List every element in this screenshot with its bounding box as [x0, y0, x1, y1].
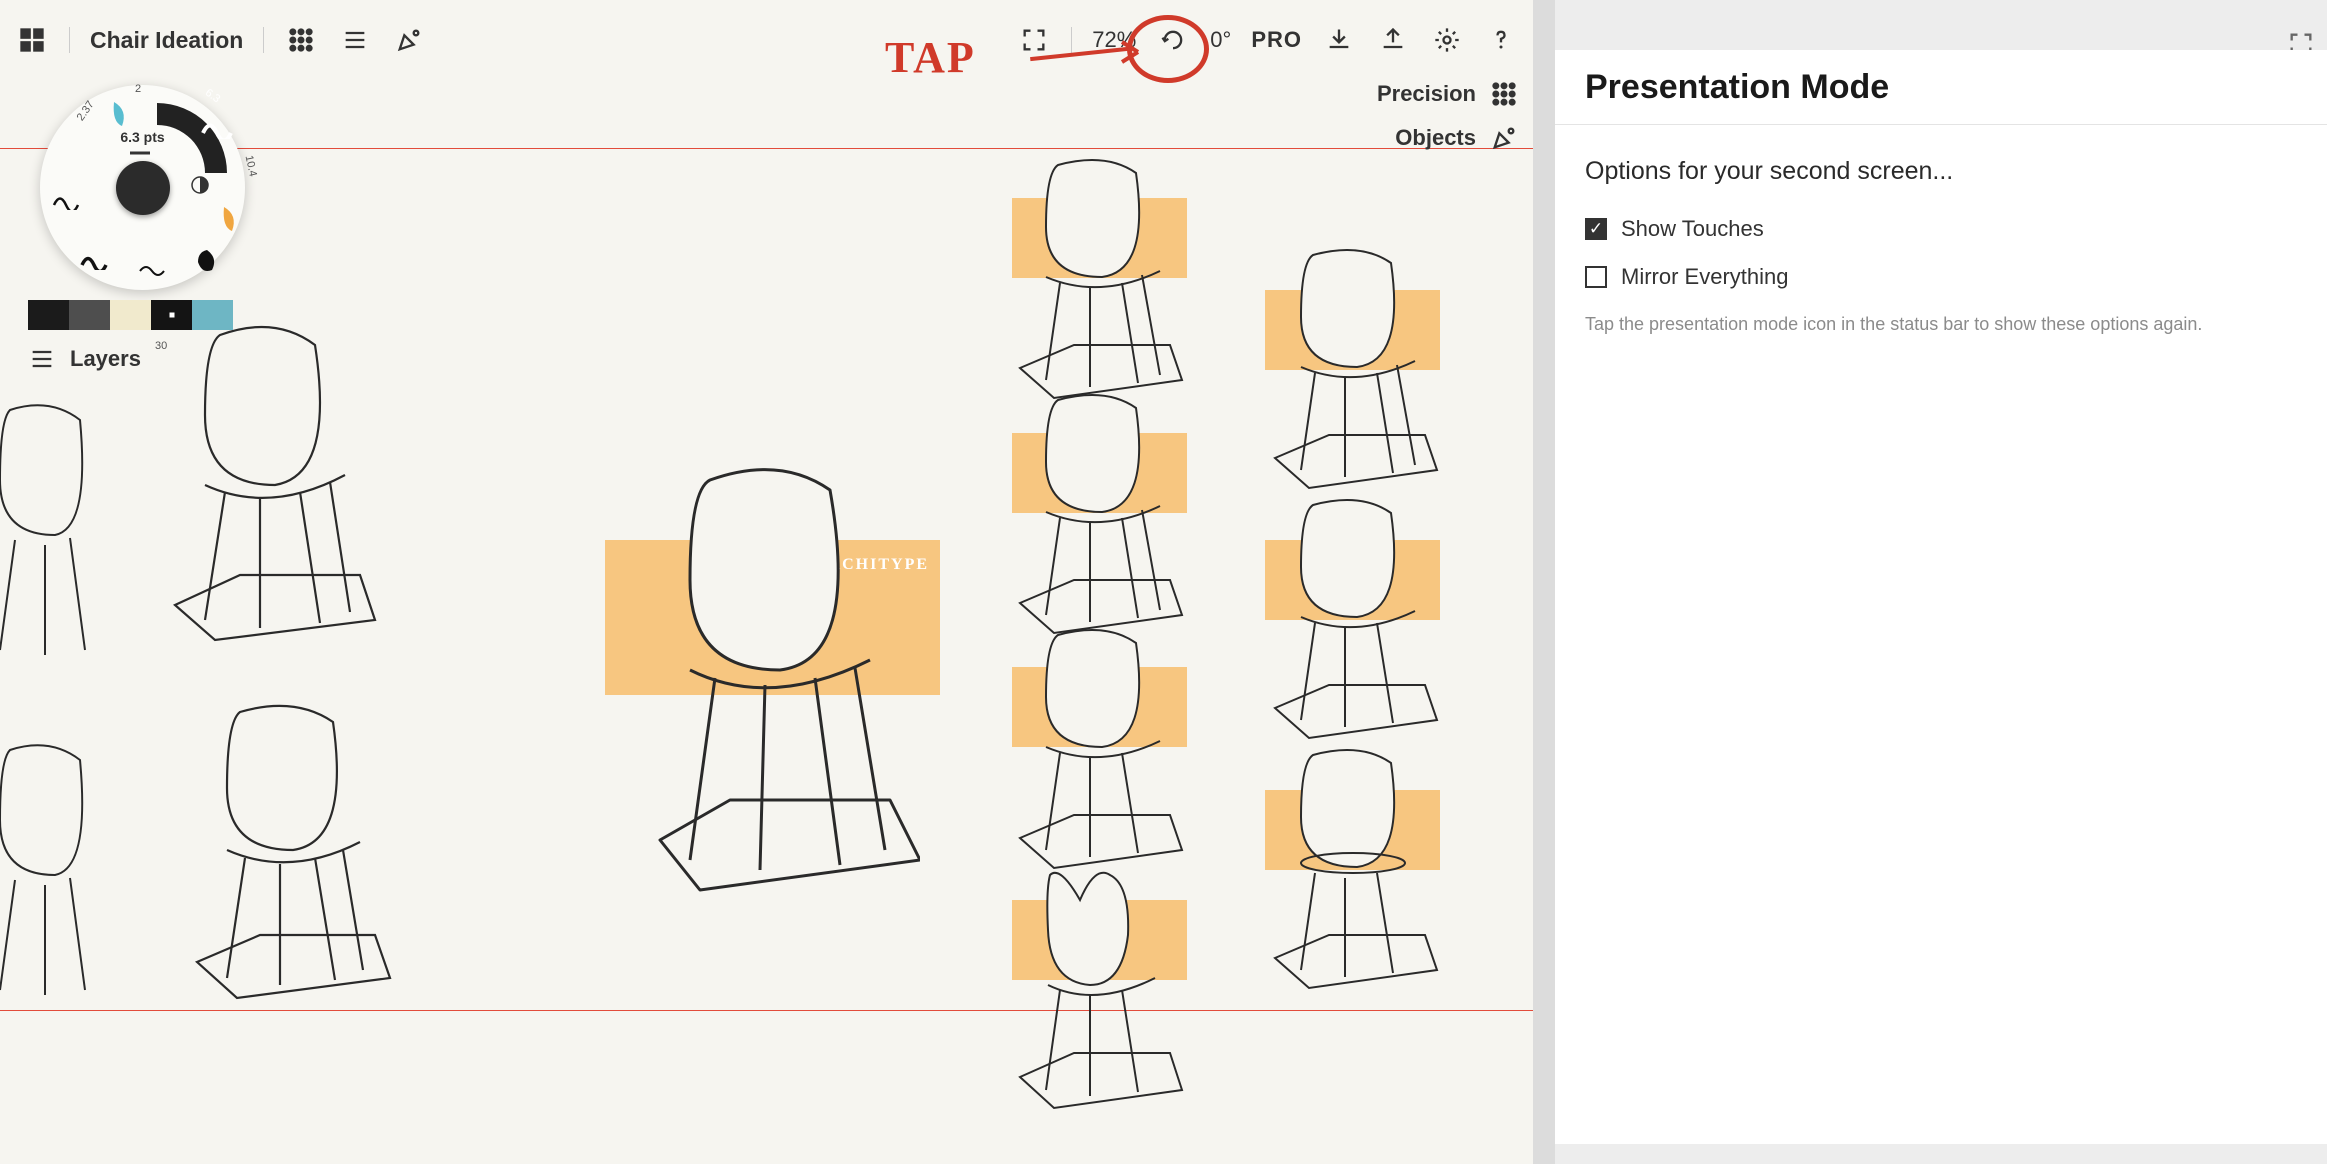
- grid-dots-icon[interactable]: [284, 23, 318, 57]
- pen-outline-icon[interactable]: [392, 23, 426, 57]
- brush-color-dot[interactable]: [116, 161, 170, 215]
- gear-icon[interactable]: [1430, 23, 1464, 57]
- popover-hint: Tap the presentation mode icon in the st…: [1585, 312, 2297, 337]
- popover-subtitle: Options for your second screen...: [1585, 157, 2297, 186]
- separator: [69, 27, 70, 53]
- separator: [1071, 27, 1072, 53]
- dashboard-icon[interactable]: [15, 23, 49, 57]
- contrast-icon: [190, 175, 210, 195]
- chair-sketch-main: [630, 460, 920, 900]
- grid-dots-icon: [1490, 80, 1518, 108]
- brush-seg: 2: [135, 83, 141, 95]
- top-toolbar: Chair Ideation 72%: [15, 15, 1518, 65]
- squiggle-icon: [200, 115, 234, 139]
- list-lines-icon[interactable]: [338, 23, 372, 57]
- squiggle-icon: [80, 250, 110, 270]
- popover-title: Presentation Mode: [1585, 68, 1889, 107]
- chair-sketch: [1265, 745, 1440, 995]
- brush-tip-icon: [108, 100, 132, 130]
- color-swatch[interactable]: [28, 300, 69, 330]
- ink-blob-icon: [194, 248, 220, 274]
- checkbox-unchecked-icon: [1585, 266, 1607, 288]
- color-swatch[interactable]: [110, 300, 151, 330]
- option-label: Mirror Everything: [1621, 264, 1788, 290]
- wave-icon: [138, 263, 168, 279]
- guide-line-bottom: [0, 1010, 1533, 1011]
- fullscreen-icon[interactable]: [1017, 23, 1051, 57]
- help-icon[interactable]: [1484, 23, 1518, 57]
- rotation-value[interactable]: 0°: [1210, 27, 1231, 53]
- option-show-touches[interactable]: ✓ Show Touches: [1585, 216, 2297, 242]
- document-title[interactable]: Chair Ideation: [90, 27, 243, 54]
- chair-sketch: [185, 700, 395, 1010]
- annotation-text: TAP: [885, 32, 976, 83]
- color-swatch-row: [28, 300, 233, 330]
- layers-toggle[interactable]: Layers: [28, 345, 141, 373]
- chair-sketch: [1010, 155, 1185, 405]
- chair-sketch: [1010, 860, 1185, 1120]
- color-swatch-active[interactable]: [151, 300, 192, 330]
- list-lines-icon: [28, 345, 56, 373]
- chair-sketch: [1010, 390, 1185, 640]
- drawing-app: ARCHITYPE: [0, 0, 1533, 1164]
- precision-toggle[interactable]: Precision: [1377, 80, 1518, 108]
- chair-sketch: [1265, 245, 1440, 495]
- pro-badge[interactable]: PRO: [1251, 27, 1302, 53]
- separator: [263, 27, 264, 53]
- brush-wheel[interactable]: 6.3 pts 12% 70% 2.37 6.3 10.4 30 2: [40, 85, 245, 290]
- layers-label-text: Layers: [70, 346, 141, 372]
- pen-outline-icon: [1490, 124, 1518, 152]
- precision-label: Precision: [1377, 81, 1476, 107]
- popover-header: Presentation Mode: [1555, 50, 2327, 125]
- popover-body: Options for your second screen... ✓ Show…: [1555, 125, 2327, 1144]
- chair-sketch: [1010, 625, 1185, 875]
- option-label: Show Touches: [1621, 216, 1764, 242]
- brush-tip-icon: [218, 205, 242, 235]
- color-swatch[interactable]: [192, 300, 233, 330]
- option-mirror-everything[interactable]: Mirror Everything: [1585, 264, 2297, 290]
- objects-toggle[interactable]: Objects: [1395, 124, 1518, 152]
- brush-size-label: 6.3 pts: [120, 129, 164, 145]
- annotation-arrowhead: [1118, 38, 1140, 66]
- chair-sketch: [1265, 495, 1440, 745]
- chair-sketch: [160, 320, 380, 650]
- squiggle-icon: [52, 190, 82, 210]
- import-icon[interactable]: [1322, 23, 1356, 57]
- checkbox-checked-icon: ✓: [1585, 218, 1607, 240]
- export-icon[interactable]: [1376, 23, 1410, 57]
- chair-sketch: [0, 400, 100, 680]
- brush-seg: 30: [155, 340, 167, 352]
- presentation-mode-panel: Presentation Mode Options for your secon…: [1555, 0, 2327, 1164]
- color-swatch[interactable]: [69, 300, 110, 330]
- line-weight-icon: [128, 148, 152, 158]
- objects-label: Objects: [1395, 125, 1476, 151]
- chair-sketch: [0, 740, 100, 1020]
